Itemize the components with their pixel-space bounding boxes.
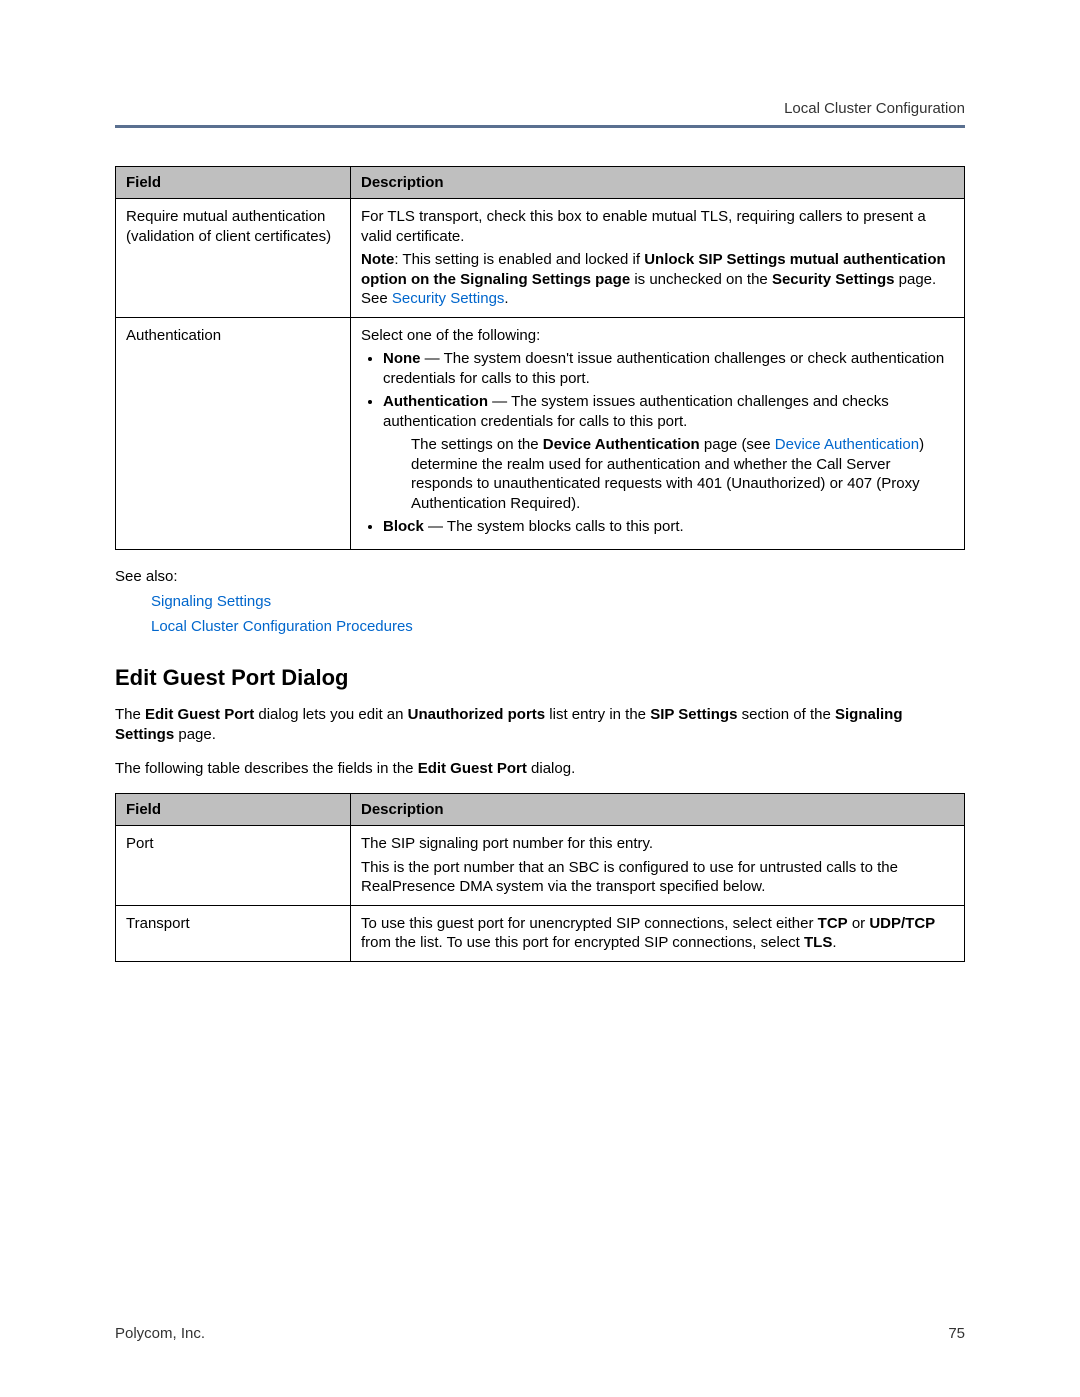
field-require-mutual: Require mutual authentication (validatio…	[116, 199, 351, 318]
t: Block	[383, 518, 424, 535]
signaling-settings-link[interactable]: Signaling Settings	[151, 593, 965, 610]
desc-port: The SIP signaling port number for this e…	[351, 826, 965, 906]
t: — The system doesn't issue authenticatio…	[383, 350, 944, 387]
desc-text: For TLS transport, check this box to ena…	[361, 207, 954, 246]
t: To use this guest port for unencrypted S…	[361, 915, 818, 932]
desc-text: The SIP signaling port number for this e…	[361, 834, 954, 854]
t: .	[832, 934, 836, 951]
field-port: Port	[116, 826, 351, 906]
t: .	[504, 290, 508, 307]
fields-table-1: Field Description Require mutual authent…	[115, 166, 965, 550]
t: or	[848, 915, 870, 932]
list-item: Block — The system blocks calls to this …	[383, 517, 954, 537]
th-description: Description	[351, 167, 965, 199]
list-item: Authentication — The system issues authe…	[383, 392, 954, 513]
t: TLS	[804, 934, 832, 951]
footer-page-number: 75	[948, 1325, 965, 1342]
sub-text: The settings on the Device Authenticatio…	[411, 435, 954, 513]
auth-options-list: None — The system doesn't issue authenti…	[361, 349, 954, 537]
t: page (see	[700, 436, 775, 453]
footer-company: Polycom, Inc.	[115, 1325, 205, 1342]
device-auth-link[interactable]: Device Authentication	[775, 436, 919, 453]
t: The settings on the	[411, 436, 543, 453]
t: list entry in the	[545, 706, 650, 723]
t: Edit Guest Port	[145, 706, 254, 723]
security-settings-link[interactable]: Security Settings	[392, 290, 505, 307]
list-item: None — The system doesn't issue authenti…	[383, 349, 954, 388]
desc-note: Note: This setting is enabled and locked…	[361, 250, 954, 309]
see-also-label: See also:	[115, 568, 965, 585]
fields-table-2: Field Description Port The SIP signaling…	[115, 793, 965, 962]
page-footer: Polycom, Inc. 75	[115, 1325, 965, 1342]
desc-text: Select one of the following:	[361, 326, 954, 346]
t: : This setting is enabled and locked if	[394, 251, 644, 268]
field-authentication: Authentication	[116, 317, 351, 549]
t: Authentication	[383, 393, 488, 410]
t: from the list. To use this port for encr…	[361, 934, 804, 951]
body-paragraph: The following table describes the fields…	[115, 759, 965, 779]
t: dialog.	[527, 760, 575, 777]
local-cluster-config-procedures-link[interactable]: Local Cluster Configuration Procedures	[151, 618, 965, 635]
t: dialog lets you edit an	[254, 706, 407, 723]
th-field: Field	[116, 794, 351, 826]
section-heading-edit-guest-port: Edit Guest Port Dialog	[115, 665, 965, 691]
page-header: Local Cluster Configuration	[115, 100, 965, 117]
t: None	[383, 350, 421, 367]
see-also-block: See also: Signaling Settings Local Clust…	[115, 568, 965, 635]
desc-text: This is the port number that an SBC is c…	[361, 858, 954, 897]
note-label: Note	[361, 251, 394, 268]
t: SIP Settings	[650, 706, 737, 723]
desc-transport: To use this guest port for unencrypted S…	[351, 905, 965, 961]
t: Security Settings	[772, 271, 895, 288]
t: Unauthorized ports	[408, 706, 546, 723]
t: — The system blocks calls to this port.	[424, 518, 684, 535]
t: is unchecked on the	[630, 271, 772, 288]
body-paragraph: The Edit Guest Port dialog lets you edit…	[115, 705, 965, 746]
t: section of the	[737, 706, 835, 723]
t: Device Authentication	[543, 436, 700, 453]
header-rule	[115, 125, 965, 128]
t: page.	[174, 726, 216, 743]
t: TCP	[818, 915, 848, 932]
field-transport: Transport	[116, 905, 351, 961]
th-description: Description	[351, 794, 965, 826]
desc-require-mutual: For TLS transport, check this box to ena…	[351, 199, 965, 318]
t: UDP/TCP	[869, 915, 935, 932]
t: Edit Guest Port	[418, 760, 527, 777]
desc-authentication: Select one of the following: None — The …	[351, 317, 965, 549]
t: The following table describes the fields…	[115, 760, 418, 777]
t: The	[115, 706, 145, 723]
th-field: Field	[116, 167, 351, 199]
